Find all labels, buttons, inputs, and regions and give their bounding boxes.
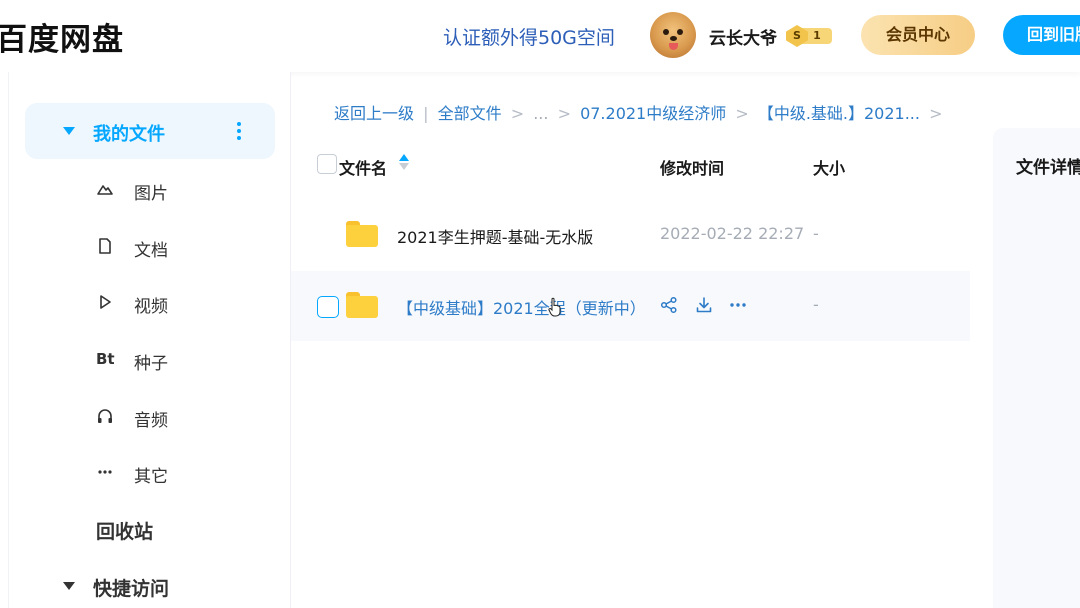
breadcrumb-ellipsis[interactable]: ... (533, 104, 548, 123)
storage-promo-link[interactable]: 认证额外得50G空间 (443, 23, 615, 50)
breadcrumb-back-link[interactable]: 返回上一级 (334, 100, 414, 124)
sidebar-divider (8, 72, 9, 608)
sidebar-item-audio[interactable]: 音频 (90, 401, 270, 431)
chevron-right-icon: > (929, 104, 943, 123)
back-to-old-version-button[interactable]: 回到旧版 (1003, 15, 1080, 55)
folder-icon (346, 292, 378, 318)
sidebar-item-documents[interactable]: 文档 (90, 231, 270, 261)
image-icon (96, 180, 114, 198)
breadcrumb-folder-2[interactable]: 【中级.基础.】2021... (758, 100, 920, 124)
column-header-modified[interactable]: 修改时间 (660, 155, 724, 179)
sidebar-item-label: 其它 (134, 467, 168, 487)
more-options-icon[interactable] (237, 122, 241, 140)
chevron-right-icon: > (510, 104, 525, 123)
sidebar-item-label: 图片 (134, 184, 168, 204)
breadcrumb-all-files[interactable]: 全部文件 (438, 100, 502, 124)
collapse-triangle-icon[interactable] (63, 127, 75, 135)
select-all-checkbox[interactable] (317, 154, 337, 174)
more-icon (96, 463, 114, 481)
column-header-name[interactable]: 文件名 (339, 155, 387, 179)
share-icon[interactable] (659, 295, 679, 315)
sort-icon[interactable] (399, 154, 409, 172)
table-row[interactable]: 【中级基础】2021全程（更新中） - (291, 271, 970, 341)
vip-level-badge: 1 S (786, 25, 832, 47)
document-icon (96, 237, 114, 255)
hand-cursor-icon (548, 297, 562, 317)
breadcrumb-folder-1[interactable]: 07.2021中级经济师 (580, 100, 726, 124)
sidebar-item-label: 视频 (134, 297, 168, 317)
avatar[interactable] (650, 12, 696, 58)
row-checkbox[interactable] (317, 296, 339, 318)
file-detail-panel (993, 128, 1080, 608)
folder-icon (346, 221, 378, 247)
sidebar-item-my-files[interactable]: 我的文件 (25, 103, 275, 159)
sidebar-item-recycle-bin[interactable]: 回收站 (96, 517, 153, 544)
column-header-size[interactable]: 大小 (813, 155, 845, 179)
file-size: - (813, 224, 819, 243)
video-icon (96, 293, 114, 311)
app-logo[interactable]: 百度网盘 (0, 14, 124, 59)
username[interactable]: 云长大爷 (709, 24, 777, 49)
vip-center-button[interactable]: 会员中心 (861, 15, 975, 55)
sidebar-item-label: 我的文件 (93, 124, 165, 145)
headphones-icon (96, 407, 114, 425)
file-size: - (813, 295, 819, 314)
sidebar-item-label: 文档 (134, 241, 168, 261)
chevron-right-icon: > (735, 104, 749, 123)
download-icon[interactable] (694, 295, 714, 315)
sidebar-item-videos[interactable]: 视频 (90, 287, 270, 317)
sidebar-item-label: 种子 (134, 354, 168, 374)
more-actions-icon[interactable] (728, 295, 748, 315)
top-header: 百度网盘 认证额外得50G空间 云长大爷 1 S 会员中心 回到旧版 (0, 0, 1080, 72)
table-row[interactable]: 2021李生押题-基础-无水版 2022-02-22 22:27 - (291, 200, 970, 270)
file-detail-title: 文件详情 (1016, 158, 1080, 178)
file-name[interactable]: 2021李生押题-基础-无水版 (397, 224, 593, 248)
sidebar-item-torrents[interactable]: Bt 种子 (90, 344, 270, 374)
sidebar-item-quick-access[interactable]: 快捷访问 (93, 574, 169, 601)
bt-icon: Bt (96, 350, 115, 368)
expand-triangle-icon[interactable] (63, 582, 75, 590)
sidebar-item-images[interactable]: 图片 (90, 174, 270, 204)
breadcrumb-divider: | (423, 104, 429, 123)
modified-time: 2022-02-22 22:27 (660, 224, 805, 243)
file-name[interactable]: 【中级基础】2021全程（更新中） (397, 295, 646, 319)
sidebar-item-label: 音频 (134, 411, 168, 431)
chevron-right-icon: > (557, 104, 571, 123)
breadcrumb: 返回上一级 | 全部文件 > ... > 07.2021中级经济师 > 【中级.… (334, 100, 946, 124)
sidebar-item-others[interactable]: 其它 (90, 457, 270, 487)
